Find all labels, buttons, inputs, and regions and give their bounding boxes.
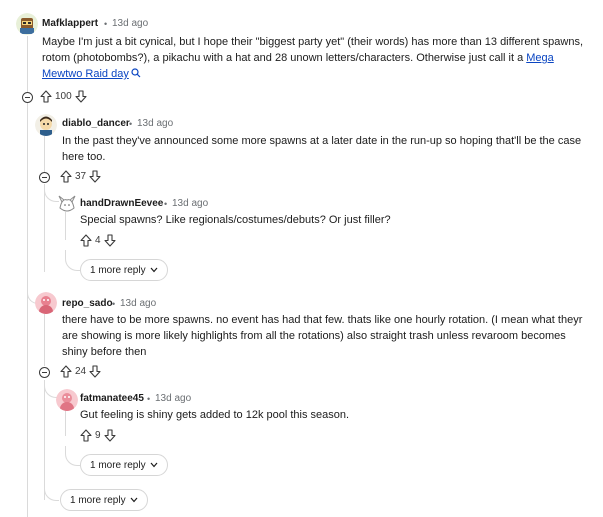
comment-author[interactable]: Mafklappert	[42, 18, 98, 29]
comment-timestamp[interactable]: 13d ago	[120, 298, 156, 309]
comment-body-line: Special spawns? Like regionals/costumes/…	[80, 214, 391, 226]
thread-elbow	[65, 446, 80, 466]
comment-timestamp[interactable]: 13d ago	[137, 118, 173, 129]
comment-body-line: rotom (photobombs?), a pikachu with a ha…	[42, 50, 602, 66]
comment-body-line: Gut feeling is shiny gets added to 12k p…	[80, 409, 350, 421]
search-icon	[131, 68, 141, 78]
meta-separator: •	[112, 299, 116, 309]
comment-author[interactable]: handDrawnEevee	[80, 198, 163, 209]
more-replies-button[interactable]: 1 more reply	[60, 489, 148, 511]
comment-body-line: shiny before then	[62, 346, 147, 358]
thread-elbow	[44, 380, 57, 398]
chevron-down-icon	[150, 267, 158, 273]
downvote-icon[interactable]	[75, 90, 87, 103]
vote-count: 100	[55, 91, 72, 102]
more-replies-button[interactable]: 1 more reply	[80, 259, 168, 281]
more-replies-label: 1 more reply	[90, 264, 146, 276]
comment-author[interactable]: repo_sado	[62, 298, 113, 309]
thread-line-root	[27, 36, 28, 517]
comment-body: Maybe I'm just a bit cynical, but I hope…	[42, 34, 602, 82]
comment-body-line: In the past they've announced some more …	[62, 135, 582, 147]
vote-count: 37	[75, 171, 87, 182]
avatar[interactable]	[56, 194, 78, 216]
avatar[interactable]	[16, 13, 38, 35]
thread-line-diablo	[44, 136, 45, 176]
meta-separator: •	[147, 394, 151, 404]
comment-body-line: Maybe I'm just a bit cynical, but I hope…	[42, 36, 584, 48]
thread-elbow	[44, 480, 59, 501]
comment-body-line: Mewtwo Raid day	[42, 66, 602, 82]
upvote-icon[interactable]	[60, 365, 72, 378]
comment-body-line-text: rotom (photobombs?), a pikachu with a ha…	[42, 52, 524, 64]
link-mega-mewtwo-raid-day-cont[interactable]: Mewtwo Raid day	[42, 68, 129, 80]
upvote-icon[interactable]	[80, 429, 92, 442]
comment-body-line: are showing is more likely highlights fr…	[62, 330, 566, 342]
vote-controls: 4	[80, 234, 116, 247]
avatar[interactable]	[35, 292, 57, 314]
downvote-icon[interactable]	[104, 234, 116, 247]
comment-timestamp[interactable]: 13d ago	[155, 393, 191, 404]
thread-line-fatmanatee	[65, 410, 66, 436]
meta-separator: •	[104, 19, 108, 29]
comment-timestamp[interactable]: 13d ago	[112, 18, 148, 29]
more-replies-label: 1 more reply	[70, 494, 126, 506]
meta-separator: •	[164, 199, 168, 209]
upvote-icon[interactable]	[80, 234, 92, 247]
thread-line-diablo-children	[44, 184, 45, 272]
more-replies-button[interactable]: 1 more reply	[80, 454, 168, 476]
thread-line-handdrawn	[65, 212, 66, 240]
comment-author[interactable]: fatmanatee45	[80, 393, 144, 404]
more-replies-label: 1 more reply	[90, 459, 146, 471]
comment-timestamp[interactable]: 13d ago	[172, 198, 208, 209]
comment-author[interactable]: diablo_dancer	[62, 118, 130, 129]
vote-count: 24	[75, 366, 87, 377]
chevron-down-icon	[150, 462, 158, 468]
collapse-icon[interactable]	[39, 367, 50, 378]
comment-body: Special spawns? Like regionals/costumes/…	[80, 212, 600, 228]
meta-separator: •	[129, 119, 133, 129]
vote-controls: 24	[60, 365, 101, 378]
vote-count: 9	[95, 430, 101, 441]
comment-body: In the past they've announced some more …	[62, 133, 602, 165]
thread-elbow	[65, 250, 80, 271]
comment-body: Gut feeling is shiny gets added to 12k p…	[80, 407, 600, 423]
vote-count: 4	[95, 235, 101, 246]
collapse-icon[interactable]	[22, 92, 33, 103]
avatar[interactable]	[35, 114, 57, 136]
vote-controls: 100	[40, 90, 87, 103]
collapse-icon[interactable]	[39, 172, 50, 183]
vote-controls: 37	[60, 170, 101, 183]
upvote-icon[interactable]	[60, 170, 72, 183]
comment-body: there have to be more spawns. no event h…	[62, 312, 602, 360]
upvote-icon[interactable]	[40, 90, 52, 103]
chevron-down-icon	[130, 497, 138, 503]
downvote-icon[interactable]	[89, 170, 101, 183]
avatar[interactable]	[56, 389, 78, 411]
downvote-icon[interactable]	[89, 365, 101, 378]
thread-line-repo	[44, 314, 45, 366]
comment-body-line: there have to be more spawns. no event h…	[62, 314, 583, 326]
vote-controls: 9	[80, 429, 116, 442]
comment-body-line: here too.	[62, 151, 106, 163]
downvote-icon[interactable]	[104, 429, 116, 442]
link-mega-mewtwo-raid-day[interactable]: Mega	[526, 52, 554, 64]
